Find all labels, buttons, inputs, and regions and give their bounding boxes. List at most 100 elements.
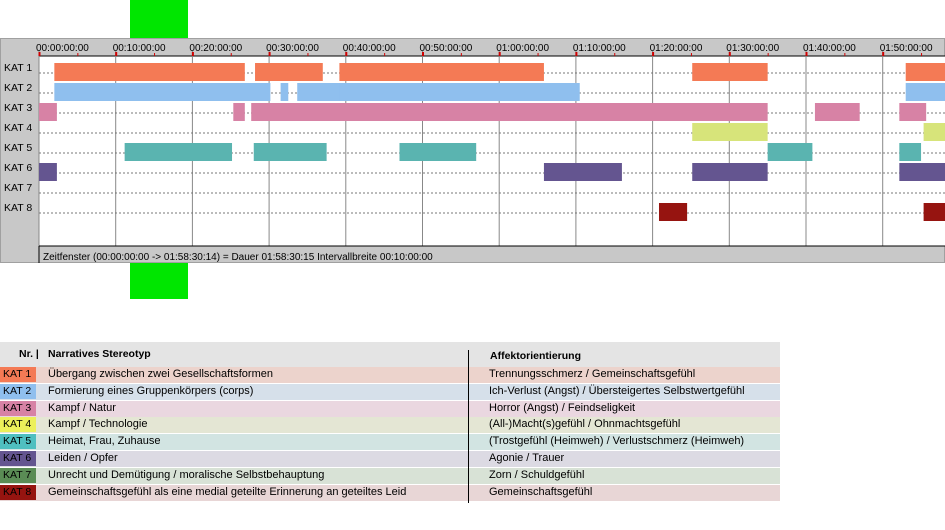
legend-stereotype: Formierung eines Gruppenkörpers (corps) [48, 384, 254, 397]
legend-affect: (Trostgefühl (Heimweh) / Verlustschmerz … [489, 435, 745, 448]
legend-row: KAT 5 Heimat, Frau, Zuhause (Trostgefühl (… [0, 434, 780, 451]
legend-affect: Horror (Angst) / Feindseligkeit [489, 401, 636, 414]
header-nr: Nr. | [19, 348, 39, 360]
track-segment [692, 123, 768, 141]
legend-row: KAT 6 Leiden / Opfer Agonie / Trauer [0, 451, 780, 467]
track-segment [692, 63, 768, 81]
tick-label: 01:00:00:00 [496, 43, 549, 54]
timeline-panel: 00:00:00:00 00:10:00:00 00:20:00:00 00:30:0… [0, 38, 945, 263]
minor-tick [844, 53, 846, 56]
tick-label: 00:40:00:00 [343, 43, 396, 54]
track-label: KAT 7 [4, 182, 32, 194]
tick-label: 00:00:00:00 [36, 43, 89, 54]
track-segment [280, 83, 289, 101]
tick-label: 00:20:00:00 [189, 43, 242, 54]
track-segment [54, 83, 271, 101]
legend-stereotype: Kampf / Natur [48, 401, 116, 414]
minor-tick [77, 53, 79, 56]
track-segment [255, 63, 323, 81]
track-segment [905, 83, 945, 101]
track-label: KAT 5 [4, 142, 32, 154]
legend-stereotype: Unrecht und Demütigung / moralische Selb… [48, 468, 325, 481]
legend-code: KAT 7 [0, 467, 36, 483]
track-label: KAT 6 [4, 162, 32, 174]
track-label: KAT 4 [4, 122, 32, 134]
track-segment [339, 63, 544, 81]
tick-label: 01:50:00:00 [880, 43, 933, 54]
track-label: KAT 1 [4, 62, 32, 74]
minor-tick [460, 53, 462, 56]
track-segment [658, 203, 688, 221]
legend-affect: Zorn / Schuldgefühl [489, 468, 585, 481]
tick-label: 01:30:00:00 [726, 43, 779, 54]
header-affect: Affektorientierung [490, 350, 582, 362]
minor-tick [690, 53, 692, 56]
tick-label: 00:30:00:00 [266, 43, 319, 54]
tick-label: 01:10:00:00 [573, 43, 626, 54]
legend-row: KAT 3 Kampf / Natur Horror (Angst) / Feind… [0, 400, 780, 417]
legend-code: KAT 6 [0, 451, 36, 466]
minor-tick [384, 53, 386, 56]
legend-stereotype: Übergang zwischen zwei Gesellschaftsform… [48, 368, 273, 380]
track-segment [124, 143, 233, 161]
minor-tick [767, 53, 769, 56]
legend-code: KAT 1 [0, 367, 36, 382]
minor-tick [307, 53, 309, 56]
minor-tick [230, 53, 232, 56]
track-label: KAT 3 [4, 102, 32, 114]
tick-label: 01:20:00:00 [650, 43, 703, 54]
legend-code: KAT 8 [0, 484, 36, 500]
track-segment [899, 163, 945, 181]
track-segment [339, 83, 580, 101]
track-segment [767, 143, 813, 161]
track-segment [251, 103, 768, 121]
legend-stereotype: Gemeinschaftsgefühl als eine medial gete… [48, 485, 407, 498]
legend-row: KAT 7 Unrecht und Demütigung / moralische… [0, 467, 780, 484]
marker-bottom [130, 263, 188, 299]
track-segment [905, 63, 945, 81]
legend-code: KAT 5 [0, 434, 36, 450]
header-stereotype: Narratives Stereotyp [48, 348, 151, 360]
legend-stereotype: Heimat, Frau, Zuhause [48, 435, 161, 448]
legend-affect: Agonie / Trauer [489, 452, 565, 464]
legend-separator [468, 350, 469, 503]
legend-code: KAT 3 [0, 400, 36, 416]
status-text: Zeitfenster (00:00:00:00 -> 01:58:30:14)… [43, 252, 433, 263]
track-label: KAT 2 [4, 82, 32, 94]
track-segment [39, 163, 57, 181]
marker-top [130, 0, 188, 38]
track-segment [399, 143, 477, 161]
track-segment [543, 163, 622, 181]
track-segment [253, 143, 327, 161]
legend-affect: Trennungsschmerz / Gemeinschaftsgefühl [489, 368, 696, 380]
track-segment [899, 143, 922, 161]
track-segment [814, 103, 860, 121]
timeline-chart: 00:00:00:00 00:10:00:00 00:20:00:00 00:30:0… [4, 43, 945, 263]
track-label: KAT 8 [4, 202, 32, 214]
legend-code: KAT 2 [0, 383, 36, 399]
legend-row: KAT 4 Kampf / Technologie (All-)Macht(s)ge… [0, 417, 780, 434]
legend-affect: Ich-Verlust (Angst) / Übersteigertes Sel… [489, 384, 745, 397]
minor-tick [614, 53, 616, 56]
legend-row: KAT 1 Übergang zwischen zwei Gesellschaft… [0, 367, 780, 383]
track-segment [692, 163, 768, 181]
minor-tick [921, 53, 923, 56]
legend-affect: Gemeinschaftsgefühl [489, 485, 593, 498]
minor-tick [154, 53, 156, 56]
legend-stereotype: Leiden / Opfer [48, 452, 118, 464]
legend-table: Nr. | Narratives Stereotyp Affektorienti… [0, 342, 780, 507]
tick-label: 00:10:00:00 [113, 43, 166, 54]
track-segment [899, 103, 927, 121]
minor-tick [537, 53, 539, 56]
legend-stereotype: Kampf / Technologie [48, 418, 148, 431]
legend-affect: (All-)Macht(s)gefühl / Ohnmachtsgefühl [489, 418, 681, 431]
tick-label: 00:50:00:00 [420, 43, 473, 54]
track-segment [923, 123, 945, 141]
track-segment [54, 63, 245, 81]
track-segment [233, 103, 245, 121]
track-segment [39, 103, 57, 121]
legend-row: KAT 8 Gemeinschaftsgefühl als eine medial… [0, 484, 780, 501]
legend-code: KAT 4 [0, 417, 36, 433]
track-segment [923, 203, 945, 221]
legend-row: KAT 2 Formierung eines Gruppenkörpers (co… [0, 383, 780, 400]
